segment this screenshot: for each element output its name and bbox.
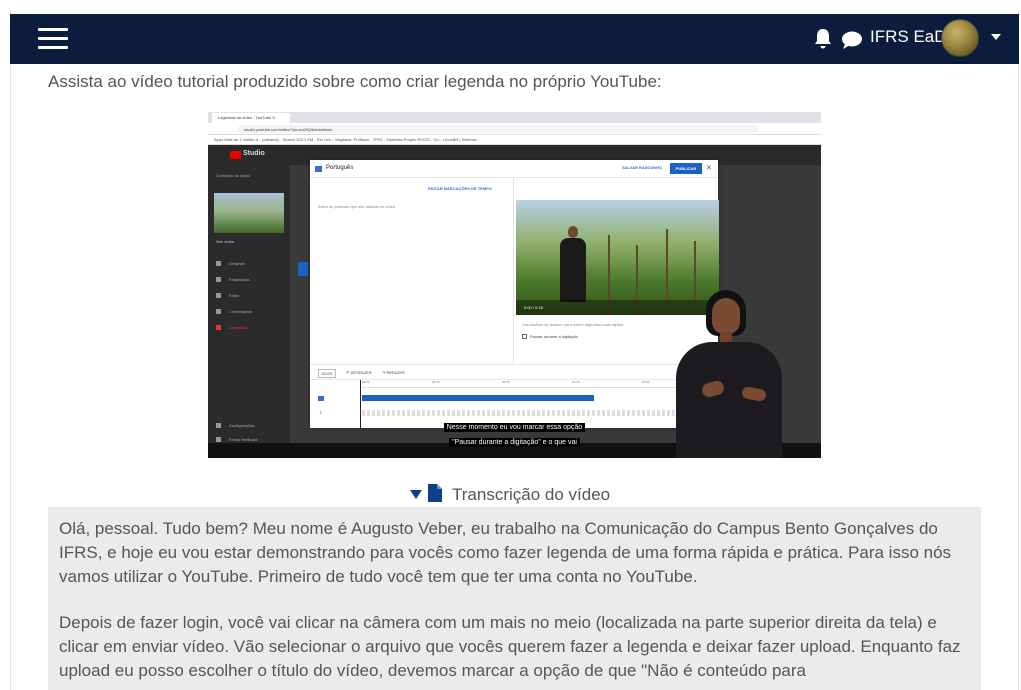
modal-divider [513, 178, 514, 364]
studio-button [298, 262, 308, 276]
modal-title: Português [326, 165, 354, 171]
timeline-time: 00:00 [318, 369, 337, 378]
hamburger-menu-icon[interactable] [38, 26, 70, 52]
undo-button: ↶ DESFAZER [346, 370, 372, 375]
chat-bubble-icon[interactable] [841, 30, 863, 50]
redo-button: ↷ REFAZER [382, 370, 405, 375]
presenter-figure [560, 226, 586, 302]
caption-line-1: Nesse momento eu vou marcar essa opção [208, 423, 821, 432]
subtitles-icon [315, 166, 322, 172]
pause-while-typing-checkbox: Pausar durante a digitação [522, 334, 578, 340]
chevron-down-icon[interactable] [991, 34, 1001, 40]
transcript-paragraph-2: Depois de fazer login, você vai clicar n… [59, 613, 961, 680]
transcript-title[interactable]: Transcrição do vídeo [452, 485, 610, 505]
sidebar-item-stats: Estatísticas [216, 277, 286, 285]
timeline-playhead [360, 380, 361, 428]
file-icon [428, 484, 442, 502]
audio-waveform [362, 410, 718, 416]
sidebar-video-title: Seu vídeo [216, 239, 235, 244]
timeline-toolbar: 00:00 ↶ DESFAZER ↷ REFAZER [310, 364, 718, 380]
keyboard-shortcuts-hint: Use atalhos de teclado para inserir lege… [522, 322, 623, 327]
triangle-down-icon[interactable] [410, 490, 422, 499]
browser-tab-bar: Legendas do vídeo - YouTube S [208, 112, 821, 123]
sidebar-item-details: Detalhes [216, 261, 286, 269]
browser-bookmarks: Apps Mais de 1 milhão d... pdfcandy... S… [208, 135, 821, 145]
publish-button: PUBLICAR [670, 163, 702, 174]
close-icon: ✕ [706, 165, 712, 172]
save-draft-button: SALVAR RASCUNHO [622, 165, 663, 170]
subtitle-track [362, 395, 594, 401]
user-name[interactable]: IFRS EaD [870, 27, 947, 47]
intro-text: Assista ao vídeo tutorial produzido sobr… [48, 72, 662, 91]
modal-header: Português SALVAR RASCUNHO PUBLICAR ✕ [310, 160, 718, 178]
browser-url: studio.youtube.com/video/?jm-svz0tQ/tran… [238, 125, 758, 133]
sign-language-interpreter [676, 290, 786, 458]
music-note-icon: ♪ [319, 410, 322, 416]
sidebar-item-editor: Editor [216, 293, 286, 301]
browser-tab: Legendas do vídeo - YouTube S [212, 113, 290, 123]
youtube-studio-logo: Studio [230, 150, 266, 160]
top-navbar: IFRS EaD [10, 14, 1019, 64]
caption-line-2: "Pausar durante a digitação" e o que vai [208, 438, 821, 447]
studio-sidebar: Conteúdo do canal Seu vídeo Detalhes Est… [208, 165, 290, 445]
sidebar-channel: Conteúdo do canal [216, 173, 250, 178]
video-player[interactable]: Legendas do vídeo - YouTube S studio.you… [208, 112, 821, 458]
sidebar-item-comments: Comentários [216, 309, 286, 317]
transcript-content: Olá, pessoal. Tudo bem? Meu nome é Augus… [48, 507, 981, 690]
bell-icon[interactable] [813, 28, 833, 50]
transcript-paragraph-1: Olá, pessoal. Tudo bem? Meu nome é Augus… [59, 519, 952, 586]
timeline-ruler: 00:00 00:15 00:30 00:45 01:00 [362, 380, 718, 388]
edit-timestamps-link: EDITAR MARCAÇÕES DE TEMPO [428, 186, 492, 191]
sidebar-item-subtitles: Legendas [216, 325, 286, 333]
video-thumbnail [214, 193, 284, 233]
avatar[interactable] [941, 19, 979, 57]
subtitle-editor-modal: Português SALVAR RASCUNHO PUBLICAR ✕ EDI… [310, 160, 719, 428]
subtitle-track-icon [318, 396, 324, 401]
subtitle-text-hint: Insira as palavras que são faladas no ví… [318, 204, 396, 209]
browser-address-bar: studio.youtube.com/video/?jm-svz0tQ/tran… [208, 123, 821, 135]
